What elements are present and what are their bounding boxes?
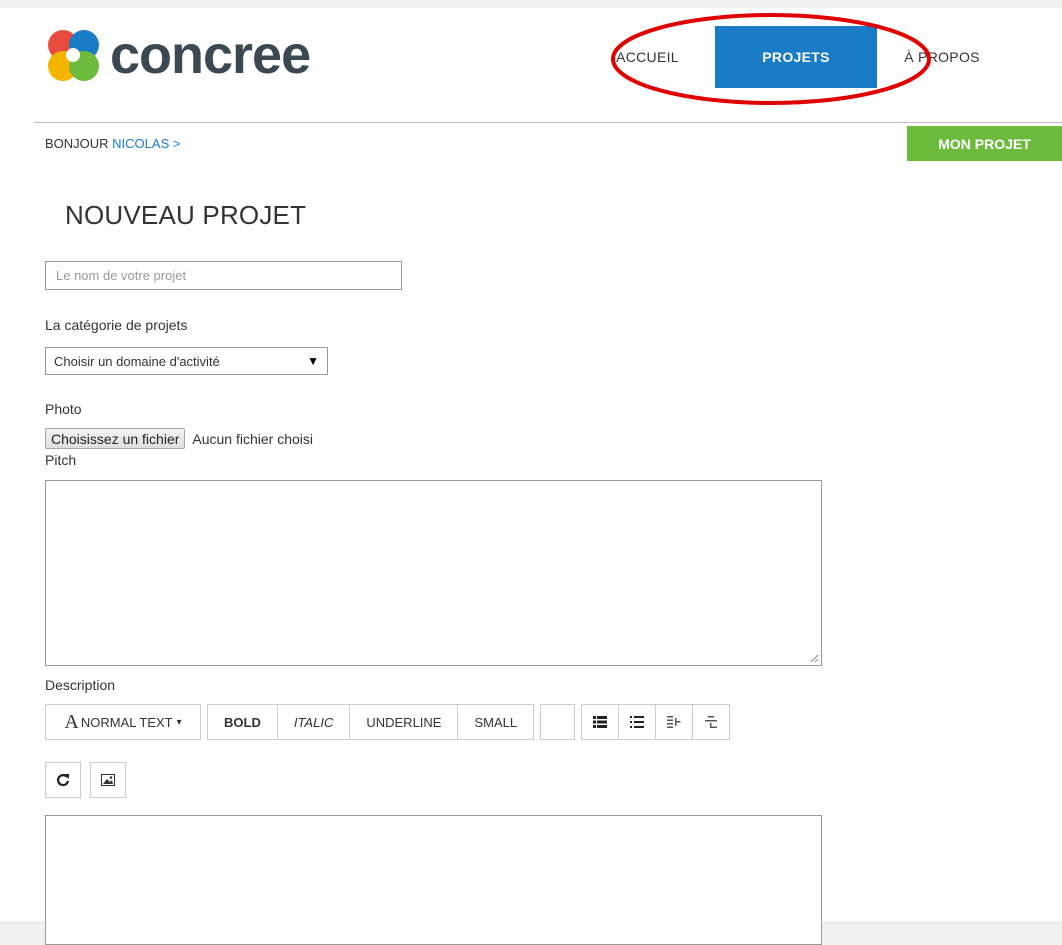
pitch-label: Pitch — [45, 452, 77, 468]
toolbar-group-style: A NORMAL TEXT ▾ — [45, 704, 201, 740]
normal-text-dropdown[interactable]: A NORMAL TEXT ▾ — [46, 705, 200, 739]
ordered-list-button[interactable] — [619, 705, 657, 739]
editor-toolbar-row-2 — [45, 762, 135, 798]
unordered-list-icon — [593, 716, 608, 728]
ordered-list-icon — [630, 716, 645, 728]
small-button[interactable]: SMALL — [458, 705, 533, 739]
indent-icon — [705, 716, 718, 728]
description-label: Description — [45, 677, 116, 693]
category-label: La catégorie de projets — [45, 317, 188, 333]
greeting-chevron: > — [172, 136, 181, 151]
puzzle-logo-icon — [48, 30, 99, 81]
category-select-value: Choisir un domaine d'activité — [54, 353, 220, 369]
insert-image-button[interactable] — [90, 762, 126, 798]
unordered-list-button[interactable] — [582, 705, 620, 739]
choose-file-button[interactable]: Choisissez un fichier — [45, 428, 186, 449]
greeting-user-link[interactable]: NICOLAS — [112, 136, 169, 151]
undo-button[interactable] — [45, 762, 81, 798]
nav-item-accueil[interactable]: ACCUEIL — [580, 26, 715, 88]
outdent-icon — [667, 716, 681, 728]
pitch-textarea[interactable] — [45, 480, 822, 666]
photo-file-input: Choisissez un fichier Aucun fichier choi… — [45, 428, 313, 449]
category-select[interactable]: Choisir un domaine d'activité ▼ — [45, 347, 328, 375]
outdent-button[interactable] — [656, 705, 694, 739]
normal-text-label: NORMAL TEXT — [80, 714, 173, 730]
toolbar-group-empty — [540, 704, 576, 740]
file-status: Aucun fichier choisi — [192, 430, 314, 447]
my-project-button[interactable]: MON PROJET — [907, 126, 1062, 161]
concree-logo[interactable]: concree — [44, 25, 311, 85]
resize-grip-icon[interactable] — [810, 654, 819, 663]
empty-toolbar-button[interactable] — [541, 705, 574, 739]
underline-button[interactable]: UNDERLINE — [350, 705, 459, 739]
nav-item-a-propos[interactable]: À PROPOS — [877, 26, 1007, 88]
header-divider — [34, 122, 1062, 123]
dropdown-arrow-icon: ▼ — [307, 354, 319, 368]
image-icon — [101, 774, 115, 786]
undo-icon — [56, 774, 70, 787]
bold-button[interactable]: BOLD — [208, 705, 278, 739]
photo-label: Photo — [45, 401, 82, 417]
logo-wordmark: concree — [110, 25, 311, 85]
page: concree ACCUEIL PROJETS À PROPOS BONJOUR… — [0, 8, 1062, 945]
text-style-icon: A — [64, 710, 79, 733]
greeting: BONJOUR NICOLAS > — [45, 136, 180, 151]
italic-button[interactable]: ITALIC — [278, 705, 351, 739]
editor-toolbar: A NORMAL TEXT ▾ BOLD ITALIC UNDERLINE SM… — [45, 704, 736, 740]
main-nav: ACCUEIL PROJETS À PROPOS — [580, 26, 1007, 88]
project-name-input[interactable] — [45, 261, 402, 290]
toolbar-group-lists — [581, 704, 731, 740]
nav-item-projets[interactable]: PROJETS — [715, 26, 877, 88]
page-title: NOUVEAU PROJET — [65, 200, 307, 230]
greeting-prefix: BONJOUR — [45, 136, 113, 151]
toolbar-group-format: BOLD ITALIC UNDERLINE SMALL — [207, 704, 535, 740]
indent-button[interactable] — [693, 705, 729, 739]
caret-down-icon: ▾ — [176, 716, 182, 728]
description-editor-area[interactable] — [45, 815, 822, 945]
